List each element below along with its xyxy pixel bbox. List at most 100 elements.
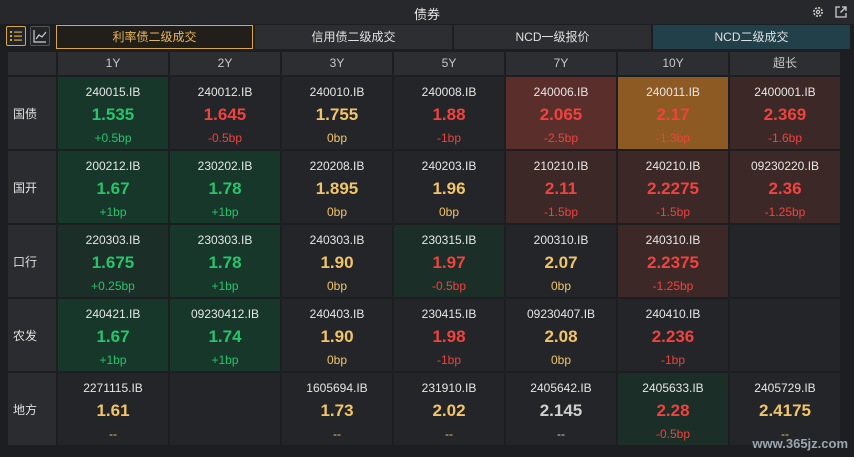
row-label-text: 国债	[13, 106, 38, 121]
bond-code: 2400001.IB	[754, 85, 816, 99]
quote-cell[interactable]: 240303.IB 1.90 0bp	[282, 225, 392, 297]
yield-change: --	[333, 427, 341, 441]
bond-code: 2405633.IB	[642, 381, 704, 395]
yield-value: 2.36	[768, 179, 802, 198]
yield-value: 1.90	[320, 253, 354, 272]
tab-3[interactable]: NCD一级报价	[454, 25, 651, 49]
yield-value: 1.645	[203, 105, 247, 124]
chart-view-button[interactable]	[30, 26, 50, 46]
list-view-button[interactable]	[6, 26, 26, 46]
quote-cell[interactable]: 240410.IB 2.236 -1bp	[618, 299, 728, 371]
quote-cell	[730, 225, 840, 297]
bond-code: 240203.IB	[421, 159, 477, 173]
quote-cell[interactable]: 240310.IB 2.2375 -1.25bp	[618, 225, 728, 297]
bond-code: 240006.IB	[533, 85, 589, 99]
yield-change: +1bp	[99, 205, 127, 219]
bond-code: 1605694.IB	[306, 381, 368, 395]
yield-value: 1.98	[432, 327, 466, 346]
yield-change: -0.5bp	[207, 131, 243, 145]
quote-cell[interactable]: 231910.IB 2.02 --	[394, 373, 504, 445]
title-bar: 债券	[0, 0, 854, 24]
quote-cell[interactable]: 230315.IB 1.97 -0.5bp	[394, 225, 504, 297]
yield-change: -1.25bp	[652, 279, 694, 293]
quote-cell[interactable]: 230303.IB 1.78 +1bp	[170, 225, 280, 297]
quote-cell[interactable]: 240010.IB 1.755 0bp	[282, 77, 392, 149]
quote-cell[interactable]: 240421.IB 1.67 +1bp	[58, 299, 168, 371]
quote-cell[interactable]: 200212.IB 1.67 +1bp	[58, 151, 168, 223]
column-header-1Y[interactable]: 1Y	[58, 52, 168, 75]
header-corner	[8, 52, 56, 75]
yield-value: 1.895	[315, 179, 359, 198]
popout-icon[interactable]	[834, 5, 848, 19]
bond-code: 230415.IB	[421, 307, 477, 321]
quote-cell[interactable]: 09230407.IB 2.08 0bp	[506, 299, 616, 371]
quote-cell[interactable]: 2271115.IB 1.61 --	[58, 373, 168, 445]
watermark: www.365jz.com	[752, 436, 848, 451]
yield-change: 0bp	[550, 353, 572, 367]
yield-change: -0.5bp	[655, 427, 691, 441]
column-header-超长[interactable]: 超长	[730, 52, 840, 75]
yield-change: -1bp	[660, 353, 686, 367]
quote-cell[interactable]: 200310.IB 2.07 0bp	[506, 225, 616, 297]
settings-icon[interactable]	[811, 5, 825, 19]
bond-code: 240210.IB	[645, 159, 701, 173]
quote-cell[interactable]: 220208.IB 1.895 0bp	[282, 151, 392, 223]
yield-value: 2.07	[544, 253, 578, 272]
quote-cell[interactable]: 2405633.IB 2.28 -0.5bp	[618, 373, 728, 445]
yield-value: 1.755	[315, 105, 359, 124]
quote-cell[interactable]: 240403.IB 1.90 0bp	[282, 299, 392, 371]
quote-cell[interactable]: 09230220.IB 2.36 -1.25bp	[730, 151, 840, 223]
column-header-3Y[interactable]: 3Y	[282, 52, 392, 75]
quote-cell[interactable]: 230415.IB 1.98 -1bp	[394, 299, 504, 371]
quote-cell[interactable]: 09230412.IB 1.74 +1bp	[170, 299, 280, 371]
quote-cell[interactable]: 2405642.IB 2.145 --	[506, 373, 616, 445]
bond-code: 09230412.IB	[190, 307, 260, 321]
yield-change: +1bp	[211, 279, 239, 293]
yield-value: 2.02	[432, 401, 466, 420]
yield-change: 0bp	[326, 353, 348, 367]
yield-value: 1.97	[432, 253, 466, 272]
yield-value: 1.90	[320, 327, 354, 346]
tab-4[interactable]: NCD二级成交	[653, 25, 850, 49]
bond-code: 240421.IB	[85, 307, 141, 321]
yield-change: -1.3bp	[655, 131, 691, 145]
yield-value: 2.2375	[647, 253, 699, 272]
quote-cell[interactable]: 2405729.IB 2.4175 --	[730, 373, 840, 445]
quote-cell[interactable]: 240210.IB 2.2275 -1.5bp	[618, 151, 728, 223]
quote-cell[interactable]: 240015.IB 1.535 +0.5bp	[58, 77, 168, 149]
quote-cell[interactable]: 240011.IB 2.17 -1.3bp	[618, 77, 728, 149]
tab-2[interactable]: 信用债二级成交	[255, 25, 452, 49]
yield-change: +1bp	[99, 353, 127, 367]
column-header-10Y[interactable]: 10Y	[618, 52, 728, 75]
yield-value: 1.675	[91, 253, 135, 272]
yield-value: 1.74	[208, 327, 242, 346]
row-label: 农发	[8, 299, 56, 371]
bond-code: 240303.IB	[309, 233, 365, 247]
column-header-2Y[interactable]: 2Y	[170, 52, 280, 75]
yield-value: 1.78	[208, 253, 242, 272]
quote-cell[interactable]: 210210.IB 2.11 -1.5bp	[506, 151, 616, 223]
quote-cell[interactable]: 1605694.IB 1.73 --	[282, 373, 392, 445]
bond-code: 200310.IB	[533, 233, 589, 247]
quote-cell[interactable]: 240012.IB 1.645 -0.5bp	[170, 77, 280, 149]
column-header-7Y[interactable]: 7Y	[506, 52, 616, 75]
yield-value: 1.88	[432, 105, 466, 124]
quote-cell[interactable]: 220303.IB 1.675 +0.25bp	[58, 225, 168, 297]
row-label: 国债	[8, 77, 56, 149]
yield-change: -2.5bp	[543, 131, 579, 145]
quote-cell[interactable]: 240008.IB 1.88 -1bp	[394, 77, 504, 149]
bond-code: 240011.IB	[646, 85, 700, 99]
bond-code: 09230220.IB	[750, 159, 820, 173]
bond-code: 240008.IB	[421, 85, 477, 99]
yield-value: 2.369	[763, 105, 807, 124]
row-label-text: 国开	[13, 180, 38, 195]
quote-cell[interactable]: 240006.IB 2.065 -2.5bp	[506, 77, 616, 149]
tab-1[interactable]: 利率债二级成交	[56, 25, 253, 49]
quote-cell[interactable]: 2400001.IB 2.369 -1.6bp	[730, 77, 840, 149]
yield-value: 2.11	[544, 179, 578, 198]
quote-cell[interactable]: 230202.IB 1.78 +1bp	[170, 151, 280, 223]
quote-cell[interactable]: 240203.IB 1.96 0bp	[394, 151, 504, 223]
column-header-5Y[interactable]: 5Y	[394, 52, 504, 75]
yield-change: --	[109, 427, 117, 441]
yield-change: --	[445, 427, 453, 441]
